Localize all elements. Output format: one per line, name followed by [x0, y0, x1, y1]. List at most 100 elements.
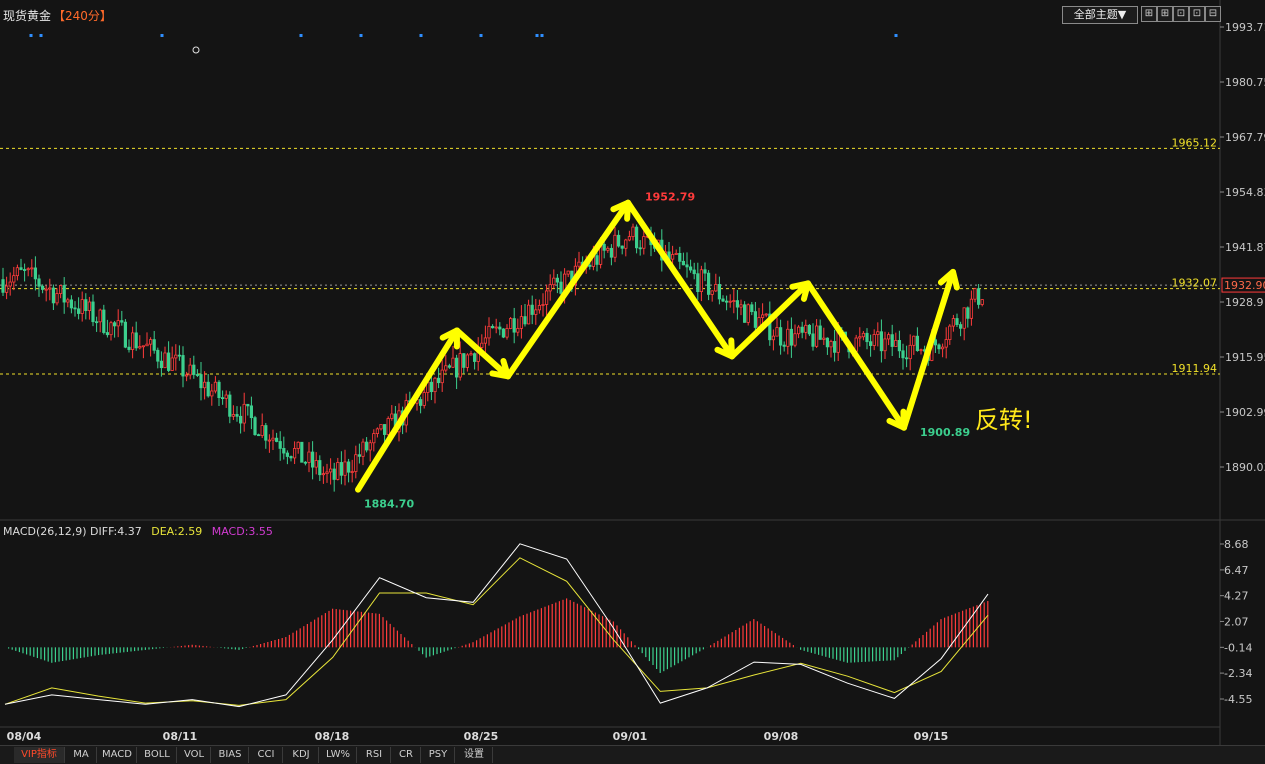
- candle-body: [325, 471, 329, 475]
- candle-body: [195, 374, 199, 376]
- candle-body: [696, 273, 700, 293]
- candle-body: [8, 281, 12, 287]
- chart-svg[interactable]: 1993.71 1980.75 1967.79 1954.83 1941.87 1928.…: [0, 0, 1265, 763]
- candle-body: [559, 281, 563, 294]
- layout-grid-icon[interactable]: ⊞: [1141, 6, 1157, 22]
- signal-dot: [894, 34, 898, 37]
- main-y-tick-label: 1941.87: [1225, 241, 1265, 254]
- reversal-note: 反转!: [975, 406, 1033, 434]
- macd-y-tick-label: 6.47: [1224, 564, 1249, 577]
- candle-body: [825, 337, 830, 348]
- reference-line-label: 1911.94: [1172, 362, 1218, 375]
- candle-body: [138, 346, 142, 349]
- tab-rsi[interactable]: RSI: [358, 747, 391, 763]
- candle-body: [328, 468, 333, 473]
- x-axis-date-label: 08/25: [464, 730, 499, 743]
- candle-body: [883, 338, 887, 352]
- tab-macd[interactable]: MACD: [98, 747, 137, 763]
- candle-body: [638, 247, 642, 250]
- candle-body: [433, 377, 437, 393]
- tab-settings[interactable]: 设置: [456, 747, 493, 763]
- candle-body: [725, 300, 729, 303]
- tab-lw[interactable]: LW%: [320, 747, 357, 763]
- candle-body: [202, 381, 207, 389]
- candle-body: [912, 335, 916, 346]
- tab-cr[interactable]: CR: [392, 747, 421, 763]
- signal-dot: [160, 34, 164, 37]
- candle-body: [300, 441, 304, 463]
- tab-kdj[interactable]: KDJ: [284, 747, 319, 763]
- candle-body: [951, 318, 956, 327]
- candle-body: [22, 269, 27, 271]
- candle-body: [490, 325, 495, 329]
- indicator-tab-bar: VIP指标 MA MACD BOLL VOL BIAS CCI KDJ LW% …: [0, 745, 1265, 764]
- candle-body: [339, 462, 344, 476]
- tab-cci[interactable]: CCI: [250, 747, 283, 763]
- candle-body: [472, 353, 477, 362]
- candle-body: [483, 337, 488, 344]
- tab-vol[interactable]: VOL: [178, 747, 211, 763]
- theme-dropdown-button[interactable]: 全部主题▼: [1062, 6, 1138, 24]
- candle-body: [739, 304, 743, 308]
- expand-icon[interactable]: ⊡: [1173, 6, 1189, 22]
- main-y-tick-label: 1902.99: [1225, 406, 1265, 419]
- candle-body: [807, 324, 812, 335]
- candle-body: [447, 365, 452, 368]
- trend-arrow-shaft: [505, 199, 631, 380]
- candle-body: [375, 428, 380, 434]
- candle-body: [105, 332, 109, 336]
- candle-body: [59, 285, 63, 294]
- candle-body: [26, 268, 30, 271]
- layout-split-icon[interactable]: ⊞: [1157, 6, 1173, 22]
- candle-body: [588, 264, 592, 267]
- trend-arrow-shaft: [805, 280, 907, 431]
- signal-dot: [479, 34, 483, 37]
- candle-body: [120, 320, 124, 323]
- candle-body: [879, 331, 884, 352]
- signal-dot: [535, 34, 539, 37]
- tab-psy[interactable]: PSY: [422, 747, 455, 763]
- candle-body: [761, 314, 765, 318]
- candle-body: [897, 340, 902, 352]
- reference-line-label: 1932.07: [1172, 277, 1218, 290]
- price-annotation: 1952.79: [645, 191, 695, 204]
- candle-body: [969, 298, 974, 319]
- candle-body: [62, 285, 66, 303]
- candle-body: [242, 403, 246, 424]
- x-axis-date-label: 08/04: [7, 730, 42, 743]
- restore-icon[interactable]: ⊡: [1189, 6, 1205, 22]
- candle-body: [865, 332, 869, 343]
- candle-body: [707, 272, 711, 295]
- candle-body: [77, 308, 81, 314]
- candle-body: [113, 322, 117, 327]
- candle-body: [217, 381, 221, 399]
- signal-dot: [39, 34, 43, 37]
- candle-body: [527, 304, 531, 325]
- candle-body: [530, 304, 534, 315]
- candle-body: [671, 254, 675, 260]
- x-axis-date-label: 09/01: [613, 730, 648, 743]
- period-label[interactable]: 【240分】: [53, 9, 112, 23]
- tab-bias[interactable]: BIAS: [212, 747, 249, 763]
- candle-body: [159, 360, 163, 369]
- candle-body: [264, 425, 268, 441]
- candle-body: [627, 236, 632, 241]
- candle-body: [55, 293, 59, 304]
- candle-body: [710, 290, 714, 295]
- candle-body: [703, 269, 707, 274]
- candle-body: [285, 452, 290, 457]
- tab-vip[interactable]: VIP指标: [14, 747, 65, 763]
- candle-body: [721, 298, 725, 302]
- candle-body: [962, 307, 966, 329]
- candle-body: [613, 234, 617, 258]
- close-panel-icon[interactable]: ⊟: [1205, 6, 1221, 22]
- candle-body: [789, 328, 794, 346]
- tab-ma[interactable]: MA: [66, 747, 97, 763]
- macd-diff-line: [4, 543, 989, 708]
- candle-body: [462, 353, 466, 368]
- candle-body: [735, 300, 740, 308]
- tab-boll[interactable]: BOLL: [138, 747, 177, 763]
- candle-body: [743, 304, 747, 323]
- candle-body: [145, 343, 149, 347]
- candle-body: [876, 331, 880, 335]
